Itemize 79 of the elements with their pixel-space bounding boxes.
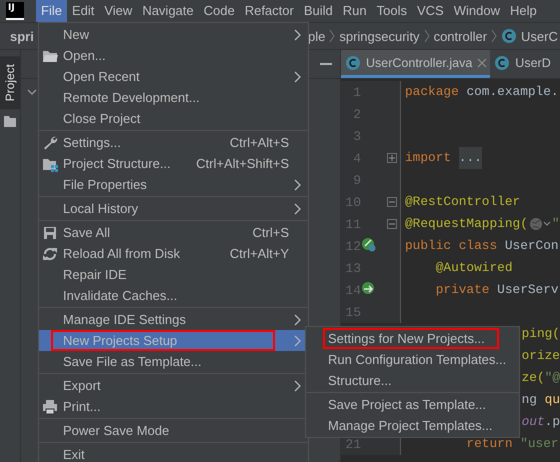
- editor-tab[interactable]: UserD: [490, 50, 554, 78]
- code-line: private UserServ: [434, 281, 559, 299]
- bean-icon: [361, 237, 376, 252]
- menu[interactable]: Run: [338, 0, 372, 22]
- menu-item[interactable]: Invalidate Caches...: [39, 285, 308, 306]
- menu-item[interactable]: Power Save Mode: [39, 420, 308, 441]
- menu-item[interactable]: Print...: [39, 396, 308, 417]
- code-line: out.p: [522, 413, 560, 431]
- shortcut-text: Ctrl+Alt+S: [230, 135, 289, 150]
- code-line: ze("@: [522, 369, 560, 387]
- collapse-icon: [387, 197, 397, 207]
- menu-item[interactable]: Export: [39, 375, 308, 396]
- breadcrumb-item[interactable]: controller: [434, 28, 488, 44]
- menu-item[interactable]: Manage Project Templates...: [306, 415, 519, 436]
- chevron-icon: [329, 29, 336, 43]
- shortcut-text: Ctrl+S: [252, 225, 289, 240]
- code-line: @RestController: [405, 193, 520, 211]
- inject-icon: [361, 281, 376, 296]
- menu-item[interactable]: Open...: [39, 45, 308, 66]
- menu-item[interactable]: Structure...: [306, 370, 519, 391]
- code-line: import ...: [405, 147, 482, 169]
- printer-icon: [42, 398, 58, 414]
- menu-item[interactable]: Save All Ctrl+S: [39, 222, 308, 243]
- breadcrumb-item[interactable]: ple: [308, 28, 326, 44]
- menu[interactable]: View: [99, 0, 138, 22]
- globe-icon: [528, 217, 551, 231]
- menu[interactable]: Edit: [66, 0, 100, 22]
- menu-item[interactable]: Settings... Ctrl+Alt+S: [39, 132, 308, 153]
- collapse-icon: [387, 219, 397, 229]
- project-name: spri: [10, 28, 34, 44]
- menu-item[interactable]: Manage IDE Settings: [39, 309, 308, 330]
- code-line: package com.example.: [405, 83, 559, 101]
- menu[interactable]: Help: [504, 0, 542, 22]
- menu[interactable]: VCS: [412, 0, 449, 22]
- class-icon: [501, 28, 518, 44]
- expand-icon: [387, 153, 397, 163]
- class-icon: [345, 54, 361, 70]
- menu[interactable]: Navigate: [137, 0, 199, 22]
- menu-item[interactable]: Exit: [39, 444, 308, 462]
- chevron-icon: [424, 29, 430, 43]
- menu-item[interactable]: Save Project as Template...: [306, 394, 519, 415]
- code-line: public class UserCon: [405, 237, 559, 255]
- menu-item[interactable]: Reload All from Disk Ctrl+Alt+Y: [39, 243, 308, 264]
- project-tool-button[interactable]: Project: [0, 56, 20, 110]
- menu-item[interactable]: Remote Development...: [39, 87, 308, 108]
- menu[interactable]: Window: [448, 0, 505, 22]
- editor-tab[interactable]: UserController.java: [341, 50, 490, 78]
- shortcut-text: Ctrl+Alt+Y: [230, 246, 289, 261]
- wrench-icon: [42, 134, 58, 150]
- app-logo: IJ: [6, 2, 24, 20]
- menu-item[interactable]: Run Configuration Templates...: [306, 349, 519, 370]
- code-line: @Autowired: [434, 259, 513, 277]
- menu[interactable]: Code: [198, 0, 240, 22]
- menu-item[interactable]: Close Project: [39, 108, 308, 129]
- code-line: ng qu: [522, 391, 560, 409]
- menu-item[interactable]: Local History: [39, 198, 308, 219]
- menu-item[interactable]: Open Recent: [39, 66, 308, 87]
- code-line: ping(: [522, 325, 560, 343]
- shortcut-text: Ctrl+Alt+Shift+S: [196, 156, 289, 171]
- menu-item[interactable]: New: [39, 24, 308, 45]
- class-icon: [494, 54, 510, 70]
- menu-item[interactable]: Project Structure... Ctrl+Alt+Shift+S: [39, 153, 308, 174]
- menu-item[interactable]: Repair IDE: [39, 264, 308, 285]
- menu-item[interactable]: File Properties: [39, 174, 308, 195]
- close-icon: [477, 58, 488, 68]
- floppy-icon: [42, 224, 58, 240]
- code-line: return "user: [465, 435, 559, 453]
- breadcrumb-item[interactable]: springsecurity: [339, 28, 420, 44]
- reload-icon: [42, 246, 58, 262]
- folder-icon: [4, 115, 16, 128]
- menu[interactable]: Build: [298, 0, 338, 22]
- menu[interactable]: Tools: [372, 0, 412, 22]
- menu-item[interactable]: Save File as Template...: [39, 351, 308, 372]
- breadcrumb-item[interactable]: UserC: [501, 28, 558, 44]
- code-line: @RequestMapping( ": [405, 215, 560, 233]
- menu[interactable]: File: [36, 0, 67, 22]
- chevron-icon: [491, 29, 498, 43]
- code-line: orize: [522, 347, 560, 365]
- menu[interactable]: Refactor: [240, 0, 299, 22]
